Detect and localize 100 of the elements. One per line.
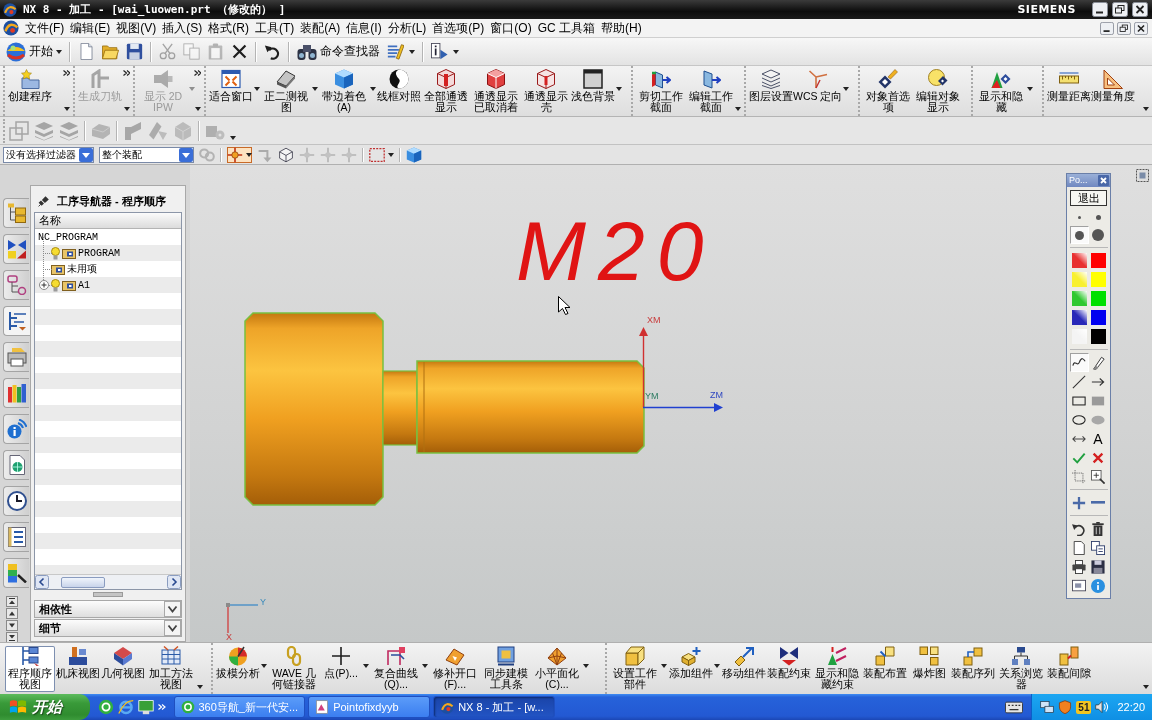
speaker-icon[interactable] [1095, 700, 1110, 714]
menu-item[interactable]: 工具(T) [252, 19, 298, 37]
toolbar-button[interactable]: 显示和隐藏约束 [812, 646, 862, 692]
color-swatch-icon[interactable] [1071, 291, 1087, 306]
toolbar-button[interactable]: 适合窗口 [209, 69, 261, 104]
menu-item[interactable]: 信息(I) [343, 19, 385, 37]
toolbar-button[interactable]: 设置工作部件 [610, 646, 668, 692]
minimize-icon[interactable] [1092, 2, 1108, 17]
section-header[interactable]: 细节 [34, 619, 182, 637]
toolbar-button[interactable]: 拔模分析 [216, 646, 268, 681]
drawing-tool-button[interactable] [1069, 557, 1089, 576]
start-button[interactable]: 开始 [6, 41, 62, 62]
restore-icon[interactable] [1117, 21, 1131, 35]
color-swatch-icon[interactable] [1071, 310, 1087, 325]
toolbar-button[interactable]: 对象首选项 [863, 69, 914, 115]
toolbar-button[interactable]: 装配约束 [767, 646, 811, 681]
toolbar-button[interactable]: 带边着色(A) [319, 69, 377, 115]
monitor-icon[interactable] [138, 699, 154, 715]
section-header[interactable]: 相依性 [34, 600, 182, 618]
menu-item[interactable]: 视图(V) [113, 19, 160, 37]
drawing-tool-button[interactable] [1069, 353, 1089, 372]
toolbar-button[interactable]: 创建程序 [8, 69, 52, 104]
color-swatch-icon[interactable] [1071, 272, 1087, 287]
toolbar-button[interactable] [387, 43, 415, 60]
menu-item[interactable]: 装配(A) [297, 19, 344, 37]
resource-tab[interactable] [3, 486, 29, 516]
color-swatch-icon[interactable] [1071, 329, 1087, 344]
down-arrow-icon[interactable] [6, 620, 18, 631]
filter-dropdown[interactable]: 没有选择过滤器 [3, 146, 94, 163]
toolbar-button[interactable]: 装配布置 [863, 646, 907, 681]
minimize-icon[interactable] [1100, 21, 1114, 35]
toolbar-button[interactable] [227, 146, 252, 163]
drawing-tool-button[interactable] [1088, 538, 1108, 557]
toolbar-button[interactable]: 通透显示壳 [521, 69, 571, 115]
close-icon[interactable] [1132, 2, 1148, 17]
toolbar-button[interactable]: 添加组件 [669, 646, 721, 681]
scope-dropdown[interactable]: 整个装配 [99, 146, 194, 163]
e-globe-icon[interactable] [118, 699, 134, 715]
caret-icon[interactable] [197, 685, 203, 689]
exit-button[interactable]: 退出 [1070, 190, 1107, 206]
resource-tab[interactable] [3, 522, 29, 552]
start-button[interactable]: 开始 [0, 694, 90, 720]
toolbar-button[interactable] [264, 43, 281, 60]
color-swatch-icon[interactable] [1090, 272, 1106, 287]
network-icon[interactable] [1040, 700, 1055, 714]
menu-item[interactable]: 插入(S) [159, 19, 206, 37]
toolbar-button[interactable]: 编辑工作截面 [686, 69, 736, 115]
color-swatch-icon[interactable] [1090, 291, 1106, 306]
view-frame-icon[interactable] [1136, 169, 1149, 182]
caret-icon[interactable] [1143, 107, 1149, 111]
menu-item[interactable]: GC 工具箱 [534, 19, 598, 37]
double-chevron-icon[interactable] [62, 70, 70, 76]
toolbar-button[interactable]: 同步建模工具条 [481, 646, 531, 692]
menu-item[interactable]: 格式(R) [205, 19, 252, 37]
resource-tab[interactable] [3, 306, 30, 336]
caret-icon[interactable] [735, 107, 741, 111]
toolbar-button[interactable]: 图层设置 [749, 69, 793, 104]
taskbar-button[interactable]: NX 8 - 加工 - [w... [433, 696, 556, 718]
color-swatch-icon[interactable] [1090, 310, 1106, 325]
ring-globe-icon[interactable] [98, 699, 114, 715]
toolbar-button[interactable]: 复合曲线(Q)... [371, 646, 429, 692]
toolbar-button[interactable]: 几何视图 [101, 646, 145, 681]
double-chevron-icon[interactable] [193, 70, 201, 76]
double-chevron-icon[interactable] [122, 70, 130, 76]
toolbar-button[interactable]: 修补开口(F)... [430, 646, 480, 692]
toolbar-button[interactable]: 通透显示已取消着 [471, 69, 521, 115]
toolbar-button[interactable]: 剪切工作截面 [636, 69, 686, 115]
toolbar-button[interactable] [369, 146, 394, 163]
text-tool-button[interactable]: A [1088, 429, 1108, 448]
toolbar-button[interactable]: 爆炸图 [908, 646, 950, 681]
splitter-handle[interactable] [93, 592, 123, 597]
column-header[interactable]: 名称 [35, 213, 181, 229]
menu-item[interactable]: 编辑(E) [67, 19, 114, 37]
toolbar-button[interactable]: 机床视图 [56, 646, 100, 681]
pin-icon[interactable] [38, 195, 50, 207]
toolbar-button[interactable]: 关系浏览器 [996, 646, 1046, 692]
caret-icon[interactable] [230, 135, 236, 140]
toolbar-button[interactable]: 测量角度 [1091, 69, 1136, 104]
menu-item[interactable]: 文件(F) [22, 19, 68, 37]
close-icon[interactable] [1134, 21, 1148, 35]
drawing-tool-button[interactable] [1088, 467, 1108, 486]
toolbar-button[interactable] [231, 43, 248, 60]
toolbar-button[interactable]: WCS 定向 [793, 69, 851, 104]
toolbar-button[interactable]: 装配序列 [951, 646, 995, 681]
horizontal-scrollbar[interactable] [35, 574, 181, 589]
menu-item[interactable]: 首选项(P) [429, 19, 488, 37]
toolbar-button[interactable]: 显示和隐藏 [976, 69, 1035, 115]
toolbar-button[interactable]: WAVE 几何链接器 [269, 646, 319, 692]
shield-icon[interactable] [1058, 700, 1073, 714]
tree-node[interactable]: NC_PROGRAM [35, 229, 181, 245]
toolbar-button[interactable] [431, 43, 459, 60]
color-swatch-icon[interactable] [1090, 253, 1106, 268]
command-finder-button[interactable]: 命令查找器 [297, 41, 380, 62]
caret-icon[interactable] [1143, 685, 1149, 689]
keyboard-icon[interactable] [1005, 698, 1024, 716]
color-swatch-icon[interactable] [1071, 253, 1087, 268]
toolbar-button[interactable]: 全部通透显示 [421, 69, 471, 115]
toolbar-button[interactable]: 加工方法视图 [146, 646, 196, 692]
toolbar-button[interactable]: 装配间隙 [1047, 646, 1091, 681]
toolbar-button[interactable]: 线框对照 [377, 69, 421, 104]
